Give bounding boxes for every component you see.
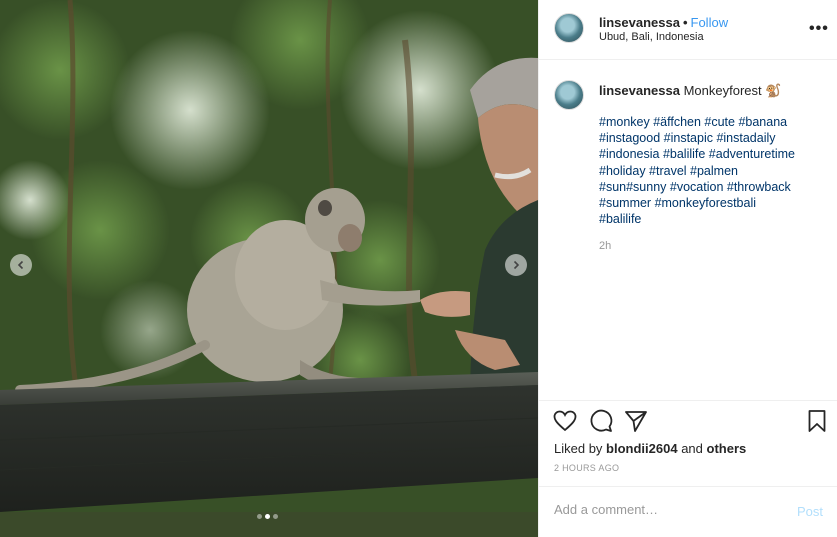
post-photo [0, 0, 538, 537]
carousel-dot-active [265, 514, 270, 519]
save-button[interactable] [804, 408, 830, 434]
carousel-dot [257, 514, 262, 519]
comments-area: linsevanessa Monkeyforest 🐒 #monkey #äff… [539, 61, 837, 401]
hashtag-line[interactable]: #monkey #äffchen #cute #banana [599, 114, 824, 130]
chevron-left-icon [17, 260, 24, 270]
hashtag-line[interactable]: #holiday #travel #palmen [599, 163, 824, 179]
header-user-line: linsevanessa • Follow [599, 15, 728, 30]
hashtag-list: #monkey #äffchen #cute #banana #instagoo… [599, 114, 824, 227]
separator-dot: • [682, 15, 688, 30]
username-link[interactable]: linsevanessa [599, 15, 680, 30]
post-side-panel: linsevanessa • Follow Ubud, Bali, Indonesi… [538, 0, 837, 537]
share-button[interactable] [623, 408, 649, 434]
follow-button[interactable]: Follow [691, 15, 729, 30]
caption-text: Monkeyforest 🐒 [683, 83, 782, 98]
hashtag-line[interactable]: #summer #monkeyforestbali [599, 195, 824, 211]
carousel-prev-button[interactable] [10, 254, 32, 276]
like-button[interactable] [552, 408, 578, 434]
avatar[interactable] [554, 13, 584, 43]
hashtag-line[interactable]: #balilife [599, 211, 824, 227]
post-timestamp[interactable]: 2 HOURS AGO [554, 463, 619, 473]
hashtag-line[interactable]: #indonesia #balilife #adventuretime [599, 146, 824, 162]
carousel-indicator [257, 514, 278, 519]
carousel-dot [273, 514, 278, 519]
avatar[interactable] [554, 80, 584, 110]
bookmark-icon [808, 410, 826, 432]
post-comment-button[interactable]: Post [797, 504, 823, 519]
post-header: linsevanessa • Follow Ubud, Bali, Indonesi… [539, 0, 837, 60]
liked-by-user-link[interactable]: blondii2604 [606, 441, 678, 456]
comment-bar: Post [539, 486, 837, 537]
hashtag-line[interactable]: #sun#sunny #vocation #throwback [599, 179, 824, 195]
post-media[interactable] [0, 0, 538, 537]
hashtag-line[interactable]: #instagood #instapic #instadaily [599, 130, 824, 146]
liked-by-others-link[interactable]: others [707, 441, 747, 456]
carousel-next-button[interactable] [505, 254, 527, 276]
heart-icon [553, 410, 577, 432]
liked-by-and: and [681, 441, 703, 456]
liked-by-prefix: Liked by [554, 441, 603, 456]
caption-username[interactable]: linsevanessa [599, 83, 680, 98]
comment-button[interactable] [588, 408, 614, 434]
more-options-icon[interactable]: ••• [809, 20, 829, 38]
action-bar [539, 402, 837, 442]
location-link[interactable]: Ubud, Bali, Indonesia [599, 31, 704, 43]
caption-timestamp[interactable]: 2h [599, 240, 611, 252]
comment-icon [590, 409, 613, 432]
chevron-right-icon [513, 260, 520, 270]
share-direct-icon [625, 411, 647, 432]
likes-summary: Liked by blondii2604 and others [554, 441, 746, 456]
comment-input[interactable] [554, 502, 774, 517]
caption-line: linsevanessa Monkeyforest 🐒 [599, 83, 781, 99]
